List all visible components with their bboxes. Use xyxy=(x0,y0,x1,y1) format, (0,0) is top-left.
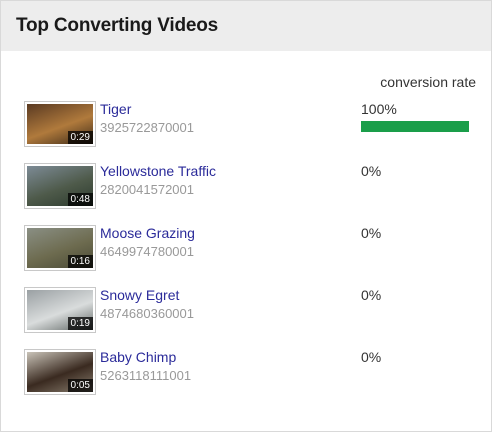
panel-header: Top Converting Videos xyxy=(1,1,491,51)
video-thumbnail[interactable]: 0:05 xyxy=(24,349,96,395)
video-thumbnail[interactable]: 0:48 xyxy=(24,163,96,209)
duration-badge: 0:05 xyxy=(67,379,93,392)
video-id: 3925722870001 xyxy=(100,120,194,135)
thumbnail-image: 0:19 xyxy=(27,290,93,330)
video-title-link[interactable]: Tiger xyxy=(100,101,131,117)
video-id: 4649974780001 xyxy=(100,244,194,259)
video-title-link[interactable]: Yellowstone Traffic xyxy=(100,163,216,179)
video-row: 0:48 Yellowstone Traffic 2820041572001 0% xyxy=(1,163,491,213)
conversion-rate-column-header: conversion rate xyxy=(380,74,476,90)
video-id: 2820041572001 xyxy=(100,182,194,197)
video-title-link[interactable]: Moose Grazing xyxy=(100,225,195,241)
video-thumbnail[interactable]: 0:16 xyxy=(24,225,96,271)
thumbnail-image: 0:29 xyxy=(27,104,93,144)
video-thumbnail[interactable]: 0:29 xyxy=(24,101,96,147)
video-title-link[interactable]: Baby Chimp xyxy=(100,349,176,365)
video-id: 4874680360001 xyxy=(100,306,194,321)
video-thumbnail[interactable]: 0:19 xyxy=(24,287,96,333)
thumbnail-image: 0:16 xyxy=(27,228,93,268)
video-row: 0:16 Moose Grazing 4649974780001 0% xyxy=(1,225,491,275)
conversion-rate-value: 0% xyxy=(361,163,382,179)
duration-badge: 0:29 xyxy=(67,131,93,144)
conversion-rate-value: 0% xyxy=(361,225,382,241)
video-row: 0:29 Tiger 3925722870001 100% xyxy=(1,101,491,151)
thumbnail-image: 0:05 xyxy=(27,352,93,392)
video-id: 5263118111001 xyxy=(100,368,192,383)
conversion-rate-value: 100% xyxy=(361,101,397,117)
duration-badge: 0:16 xyxy=(67,255,93,268)
duration-badge: 0:19 xyxy=(67,317,93,330)
conversion-rate-value: 0% xyxy=(361,287,382,303)
top-converting-videos-panel: Top Converting Videos conversion rate 0:… xyxy=(0,0,492,432)
video-row: 0:19 Snowy Egret 4874680360001 0% xyxy=(1,287,491,337)
panel-title: Top Converting Videos xyxy=(16,15,218,36)
conversion-rate-value: 0% xyxy=(361,349,382,365)
thumbnail-image: 0:48 xyxy=(27,166,93,206)
video-title-link[interactable]: Snowy Egret xyxy=(100,287,179,303)
duration-badge: 0:48 xyxy=(67,193,93,206)
conversion-rate-bar-fill xyxy=(361,121,469,132)
conversion-rate-bar xyxy=(361,121,469,132)
video-row: 0:05 Baby Chimp 5263118111001 0% xyxy=(1,349,491,399)
